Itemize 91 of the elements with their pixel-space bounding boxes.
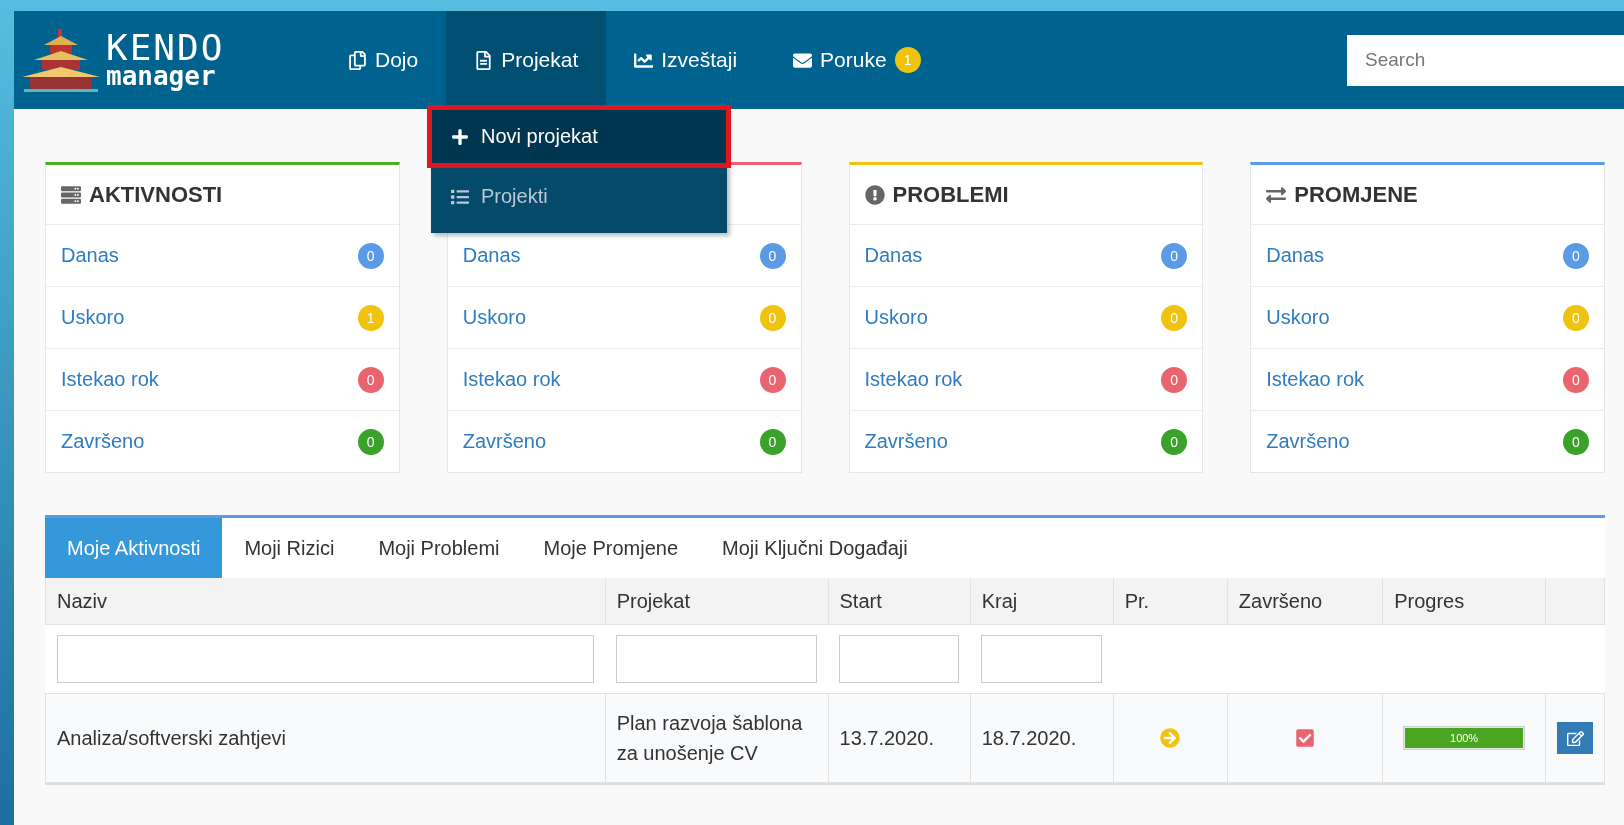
logo-title: KENDO bbox=[106, 32, 225, 65]
tab[interactable]: Moji Rizici bbox=[222, 518, 357, 578]
summary-row[interactable]: Danas 0 bbox=[849, 225, 1203, 287]
summary-row[interactable]: Danas 0 bbox=[46, 225, 399, 287]
nav-item[interactable]: Dojo bbox=[320, 11, 447, 109]
row-label: Uskoro bbox=[1266, 306, 1330, 329]
column-header: Završeno bbox=[1227, 578, 1383, 625]
table-cell: 13.7.2020. bbox=[828, 693, 971, 783]
row-label: Istekao rok bbox=[1266, 368, 1365, 391]
filter-field[interactable] bbox=[981, 635, 1103, 683]
row-label: Danas bbox=[61, 244, 119, 267]
card-title: AKTIVNOSTI bbox=[89, 181, 223, 208]
nav-item[interactable]: Poruke 1 bbox=[765, 11, 949, 109]
card-icon bbox=[61, 184, 81, 205]
row-label: Završeno bbox=[462, 430, 547, 453]
summary-row[interactable]: Istekao rok 0 bbox=[849, 349, 1203, 411]
count-badge: 0 bbox=[1563, 366, 1589, 393]
row-label: Istekao rok bbox=[61, 368, 159, 391]
search-field[interactable]: Search bbox=[1347, 34, 1624, 86]
column-header: Progres bbox=[1382, 578, 1546, 625]
tab[interactable]: Moji Problemi bbox=[356, 518, 522, 578]
list-icon bbox=[451, 187, 469, 206]
summary-row[interactable]: Uskoro 0 bbox=[849, 287, 1203, 349]
summary-row[interactable]: Istekao rok 0 bbox=[46, 349, 399, 411]
count-badge: 0 bbox=[759, 366, 786, 393]
row-label: Uskoro bbox=[61, 306, 125, 329]
column-header: Start bbox=[828, 578, 971, 625]
row-label: Danas bbox=[462, 244, 521, 267]
column-header: Kraj bbox=[970, 578, 1114, 625]
table-cell: Plan razvoja šablona za unošenje CV bbox=[605, 693, 828, 783]
column-header: Naziv bbox=[45, 578, 606, 625]
summary-row[interactable]: Uskoro 0 bbox=[1251, 287, 1604, 349]
table-cell: 18.7.2020. bbox=[970, 693, 1114, 783]
nav-icon bbox=[474, 50, 494, 70]
filter-field[interactable] bbox=[839, 635, 960, 683]
tab[interactable]: Moji Ključni Događaji bbox=[700, 518, 930, 578]
row-label: Završeno bbox=[1266, 430, 1350, 453]
count-badge: 0 bbox=[1563, 428, 1589, 455]
count-badge: 0 bbox=[357, 428, 384, 455]
nav-item[interactable]: Izveštaji bbox=[606, 11, 766, 109]
count-badge: 0 bbox=[1563, 304, 1589, 331]
card-icon bbox=[864, 184, 885, 205]
nav-icon bbox=[634, 50, 654, 70]
count-badge: 0 bbox=[759, 304, 786, 331]
card-icon bbox=[1266, 184, 1287, 205]
nav-icon bbox=[348, 50, 367, 70]
row-label: Završeno bbox=[61, 430, 145, 453]
summary-row[interactable]: Uskoro 0 bbox=[447, 287, 801, 349]
count-badge: 0 bbox=[357, 242, 384, 269]
progress-label: 100% bbox=[1449, 731, 1480, 746]
summary-row[interactable]: Danas 0 bbox=[1251, 225, 1604, 287]
row-label: Istekao rok bbox=[864, 368, 963, 391]
row-label: Danas bbox=[864, 244, 923, 267]
plus-icon bbox=[451, 127, 469, 146]
summary-row[interactable]: Završeno 0 bbox=[849, 411, 1203, 472]
count-badge: 0 bbox=[1161, 366, 1188, 393]
count-badge: 0 bbox=[1161, 428, 1188, 455]
tab[interactable]: Moje Promjene bbox=[521, 518, 701, 578]
tab[interactable]: Moje Aktivnosti bbox=[45, 518, 223, 578]
edit-icon bbox=[1566, 729, 1584, 747]
summary-row[interactable]: Završeno 0 bbox=[1251, 411, 1604, 472]
row-label: Uskoro bbox=[864, 306, 928, 329]
summary-row[interactable]: Završeno 0 bbox=[46, 411, 399, 472]
count-badge: 0 bbox=[1563, 242, 1589, 269]
count-badge: 0 bbox=[357, 366, 384, 393]
count-badge: 0 bbox=[1161, 304, 1188, 331]
filter-field[interactable] bbox=[56, 635, 595, 683]
column-header: Pr. bbox=[1113, 578, 1228, 625]
count-badge: 1 bbox=[894, 47, 921, 73]
row-label: Istekao rok bbox=[462, 368, 561, 391]
table-cell: Analiza/softverski zahtjevi bbox=[45, 693, 606, 783]
edit-button[interactable] bbox=[1557, 722, 1593, 754]
summary-row[interactable]: Istekao rok 0 bbox=[1251, 349, 1604, 411]
column-header: Projekat bbox=[605, 578, 828, 625]
summary-row[interactable]: Istekao rok 0 bbox=[447, 349, 801, 411]
nav-icon bbox=[793, 50, 813, 70]
summary-row[interactable]: Završeno 0 bbox=[447, 411, 801, 472]
summary-row[interactable]: Danas 0 bbox=[447, 225, 801, 287]
count-badge: 0 bbox=[759, 242, 786, 269]
row-label: Danas bbox=[1266, 244, 1325, 267]
checkbox[interactable] bbox=[1295, 728, 1315, 748]
count-badge: 0 bbox=[759, 428, 786, 455]
filter-field[interactable] bbox=[616, 635, 817, 683]
count-badge: 1 bbox=[357, 304, 384, 331]
summary-row[interactable]: Uskoro 1 bbox=[46, 287, 399, 349]
row-label: Uskoro bbox=[462, 306, 527, 329]
row-label: Završeno bbox=[864, 430, 948, 453]
menu-item[interactable]: Projekti bbox=[431, 169, 727, 224]
count-badge: 0 bbox=[1161, 242, 1188, 269]
card-title: PROMJENE bbox=[1294, 181, 1418, 208]
card-title: PROBLEMI bbox=[892, 181, 1009, 208]
